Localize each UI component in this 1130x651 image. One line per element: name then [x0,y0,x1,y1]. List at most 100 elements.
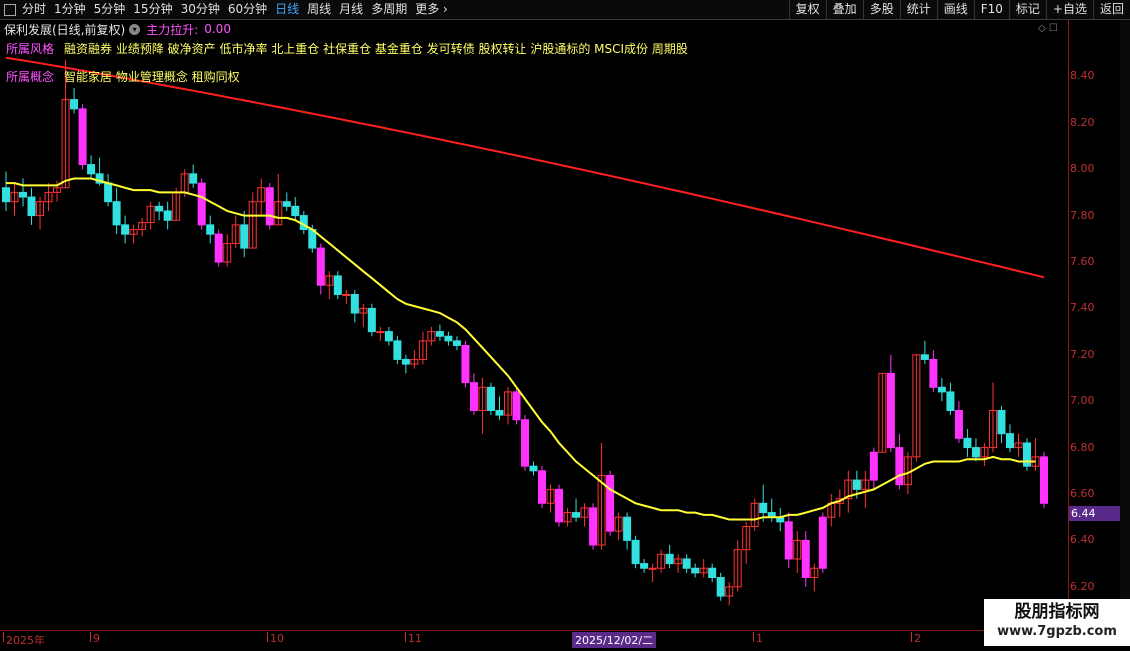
watermark-logo: 股朋指标网 www.7gpzb.com [984,599,1130,646]
candle-body [606,474,615,532]
candle-body [589,507,598,546]
candle-body [214,233,223,263]
candle-body [818,516,827,569]
candle-body [495,409,504,416]
candle-body [1022,442,1031,467]
ma-long-line [5,56,1045,279]
price-tick-label: 6.40 [1070,533,1095,547]
price-tick-label: 8.20 [1070,115,1095,129]
candle-body [640,563,649,569]
candle-body [682,558,691,569]
candle-body [937,386,946,393]
side-panel-strip[interactable] [1120,20,1130,630]
candle-body [265,187,274,226]
candle-body [2,187,10,203]
toolbar-button-8[interactable]: 返回 [1092,0,1130,19]
candle-body [469,382,478,411]
date-tick-label: 1 [753,632,763,645]
candle-body [316,247,325,286]
price-tick-label: 7.80 [1070,208,1095,222]
candle-body [350,293,359,314]
candle-body [87,164,96,175]
candle-body [954,409,963,439]
cursor-date-label: 2025/12/02/二 [572,632,657,648]
candle-body [197,182,206,226]
candle-body [665,553,674,565]
price-tick-label: 7.40 [1070,301,1095,315]
candle-body [895,447,904,486]
candle-body [1040,456,1048,504]
date-tick-label: 2 [911,632,921,645]
candle-body [521,419,529,467]
candle-body [920,354,929,360]
watermark-url: www.7gpzb.com [997,624,1117,639]
candle-body [376,331,385,334]
candle-body [971,447,980,458]
candle-body [27,196,36,217]
candle-body [452,340,461,347]
candle-body [929,358,938,388]
candle-body [538,470,547,504]
candle-body [708,567,717,579]
style-tags-label: 所属风格 [6,42,55,56]
candle-body [155,205,164,212]
candle-body [70,99,79,110]
style-tags-text: 融资融券 业绩预降 破净资产 低市净率 北上重仓 社保重仓 基金重仓 发可转债 … [64,42,688,56]
concept-tags-label: 所属概念 [6,70,55,84]
date-tick-label: 10 [267,632,284,645]
price-tick-label: 6.60 [1070,487,1095,500]
concept-tags-row: 所属概念 智能家居 物业管理概念 租购同权 [6,68,240,85]
candle-body [189,173,198,184]
candle-body [759,502,768,514]
candle-body [206,224,215,235]
price-tick-label: 7.20 [1070,347,1095,361]
candle-body [716,577,725,597]
candle-body [529,465,538,472]
date-axis: 2025/12/02/二 2025年 9 10 11 1 2 [0,630,1068,651]
date-tick-label: 9 [90,632,100,645]
candle-body [121,224,130,235]
price-tick-label: 7.60 [1070,255,1095,268]
price-tick-label: 6.80 [1070,440,1095,454]
candle-body [886,372,895,449]
watermark-title: 股朋指标网 [1014,602,1100,622]
candle-body [1005,433,1014,449]
candle-body [333,275,342,295]
candle-body [342,293,351,296]
candle-body [648,567,657,570]
candle-body [631,539,640,565]
date-tick-label: 2025年 [3,632,45,647]
candle-body [291,205,300,217]
candle-body [104,182,113,203]
candle-body [963,437,972,449]
candle-body [997,409,1006,435]
candle-body [367,307,376,333]
candle-body [784,521,793,560]
candle-body [112,201,121,226]
price-tick-label: 6.20 [1070,579,1095,593]
candle-body [401,358,410,365]
candle-body [852,479,861,490]
chart-settings-icons[interactable]: ◇ ☐ [1038,23,1058,34]
price-tick-label: 8.40 [1070,69,1095,83]
candle-body [19,191,28,198]
candle-body [78,108,87,166]
price-tick-label: 8.00 [1070,162,1095,176]
candle-body [801,539,810,579]
concept-tags-text: 智能家居 物业管理概念 租购同权 [64,70,240,84]
candle-body [869,451,878,481]
style-tags-row: 所属风格 融资融券 业绩预降 破净资产 低市净率 北上重仓 社保重仓 基金重仓 … [6,40,688,57]
candle-body [461,345,470,384]
candle-body [384,331,393,342]
candle-body [282,201,291,207]
candle-body [435,331,444,337]
candle-body [946,391,955,411]
kline-chart[interactable] [0,0,1068,630]
ma-short-line [6,177,1036,521]
candle-body [444,335,453,342]
current-price-label: 6.44 [1069,506,1123,521]
candle-body [240,224,249,249]
candle-body [393,340,402,360]
candle-body [691,567,700,574]
candle-body [555,488,564,523]
